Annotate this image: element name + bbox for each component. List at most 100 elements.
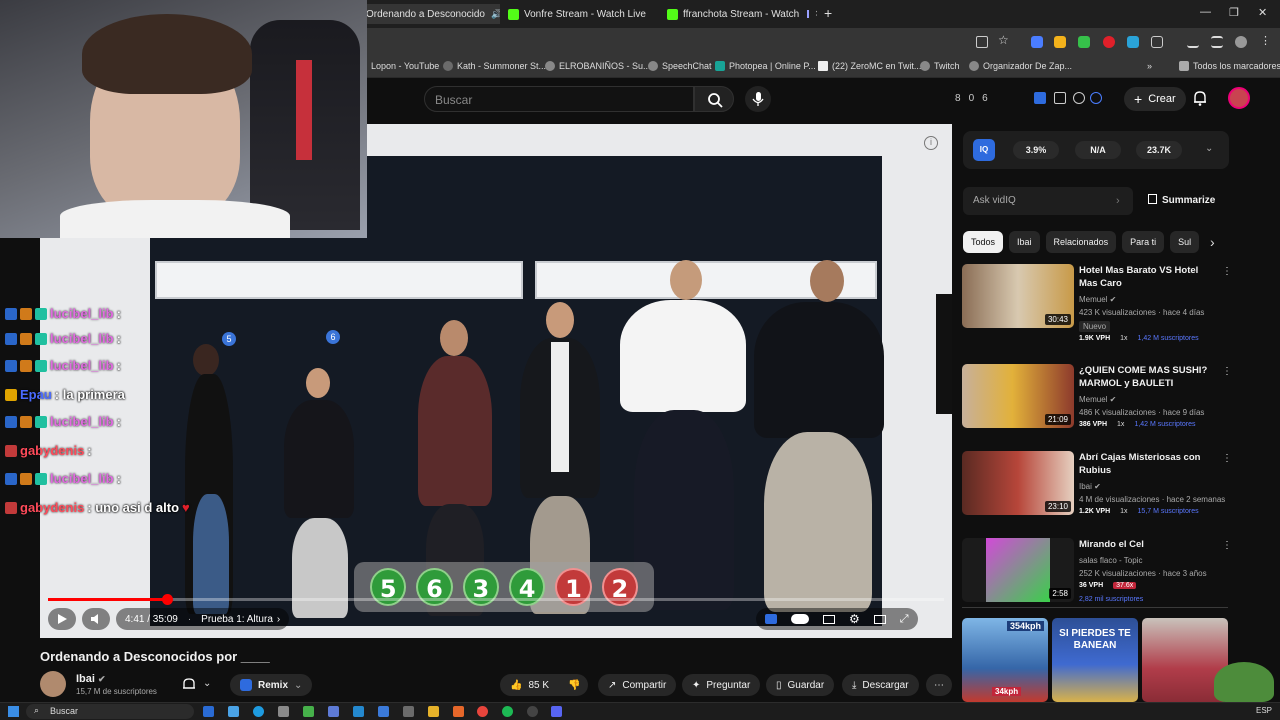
chip-ibai[interactable]: Ibai [1009,231,1040,253]
video-thumbnail[interactable]: 2:58 [962,538,1074,602]
vidiq-icon[interactable] [1034,92,1046,104]
share-button[interactable]: ↗ Compartir [598,674,677,696]
edge-icon[interactable] [228,706,239,717]
chat-username[interactable]: lucibel_lib [50,358,114,373]
short-thumbnail[interactable]: SI PIERDES TE BANEAN [1052,618,1138,702]
ask-vidiq-input[interactable]: Ask vidIQ [963,187,1133,215]
settings-gear-icon[interactable]: ⚙ [849,612,860,626]
voice-search-button[interactable] [745,86,771,112]
chrome-icon[interactable] [477,706,488,717]
chevron-right-icon[interactable]: › [1116,195,1120,207]
recommendation-channel[interactable]: Ibai ✔ [1079,482,1101,491]
windows-start-icon[interactable] [8,706,19,717]
chevron-right-icon[interactable]: › [1210,234,1215,250]
dislike-button[interactable]: 👎 [558,674,588,696]
new-tab-button[interactable]: + [824,5,832,21]
extension-icon[interactable] [1054,36,1066,48]
spotify-icon[interactable] [502,706,513,717]
tab-ordenando[interactable]: Ordenando a Desconocido 🔊 × [366,4,500,24]
minimize-icon[interactable]: — [1200,6,1211,18]
bookmark[interactable]: (22) ZeroMC en Twit... [818,61,921,71]
download-button[interactable]: ⤓ Descargar [842,674,919,696]
extension-icon[interactable] [1127,36,1139,48]
award-icon[interactable] [1073,92,1085,104]
chevron-down-icon[interactable]: ⌄ [203,678,211,689]
notifications-bell-icon[interactable] [1192,89,1208,107]
chat-username[interactable]: gabydenis [20,443,84,458]
ask-button[interactable]: ✦ Preguntar [682,674,761,696]
chip-relacionados[interactable]: Relacionados [1045,231,1117,253]
volume-button[interactable] [82,608,110,630]
more-bookmarks-icon[interactable]: » [1147,61,1152,71]
chat-username[interactable]: lucibel_lib [50,471,114,486]
app-icon[interactable] [328,706,339,717]
more-options-icon[interactable]: ⋮ [1222,366,1232,377]
video-thumbnail[interactable]: 23:10 [962,451,1074,515]
close-tab-icon[interactable]: × [815,8,817,20]
chip-para-ti[interactable]: Para ti [1122,231,1165,253]
profile-icon[interactable] [1235,36,1247,48]
short-thumbnail[interactable]: 354kph 34kph [962,618,1048,702]
account-avatar[interactable] [1228,87,1250,109]
extension-icon[interactable] [1103,36,1115,48]
autoplay-toggle[interactable] [791,614,809,624]
more-options-icon[interactable]: ⋮ [1222,266,1232,277]
app-icon[interactable] [453,706,464,717]
folder-icon[interactable] [428,706,439,717]
recommendation-channel[interactable]: Memuel ✔ [1079,295,1116,304]
bookmark[interactable]: ELROBANIÑOS - Su... [545,61,651,71]
app-icon[interactable] [353,706,364,717]
miniplayer-icon[interactable] [873,614,886,624]
vidiq-logo-icon[interactable]: IQ [973,139,995,161]
more-options-icon[interactable]: ⋮ [1222,540,1232,551]
recommendation-title[interactable]: ¿QUIEN COME MAS SUSHI? MARMOL y BAULETI [1079,364,1211,390]
chat-username[interactable]: gabydenis [20,500,84,515]
chip-sul[interactable]: Sul [1170,231,1200,253]
chat-username[interactable]: lucibel_lib [50,414,114,429]
recommendation-card[interactable]: 23:10 Abrí Cajas Misteriosas con Rubius … [962,451,1232,533]
create-button[interactable]: + Crear [1124,87,1186,111]
chapter-title[interactable]: Prueba 1: Altura [201,614,273,625]
search-button[interactable] [694,86,734,112]
close-window-icon[interactable]: ✕ [1258,6,1267,19]
fullscreen-icon[interactable]: ⤢ [900,613,909,626]
search-input[interactable]: Buscar [424,86,694,112]
progress-bar[interactable] [48,594,944,605]
chat-username[interactable]: lucibel_lib [50,306,114,321]
download-icon[interactable] [1187,36,1199,48]
puzzle-icon[interactable] [1151,36,1163,48]
obs-icon[interactable] [527,706,538,717]
discord-icon[interactable] [551,706,562,717]
tab-ffranchota[interactable]: ffranchota Stream - Watch × [667,4,817,24]
app-icon[interactable] [378,706,389,717]
star-icon[interactable]: ☆ [998,33,1010,47]
recommendation-channel[interactable]: salas flaco - Topic [1079,556,1142,565]
chip-todos[interactable]: Todos [963,231,1004,253]
app-icon[interactable] [303,706,314,717]
taskbar-search[interactable]: ⌕ Buscar [26,704,194,719]
channel-avatar[interactable] [40,671,66,697]
bookmark[interactable]: Photopea | Online P... [715,61,816,71]
system-tray-language[interactable]: ESP [1256,706,1272,715]
chat-username[interactable]: lucibel_lib [50,331,114,346]
recommendation-card[interactable]: 21:09 ¿QUIEN COME MAS SUSHI? MARMOL y BA… [962,364,1232,446]
target-icon[interactable] [1090,92,1102,104]
bookmark[interactable]: Lopon - YouTube [371,61,439,71]
bookmark[interactable]: Organizador De Zap... [969,61,1072,71]
bookmark[interactable]: Kath - Summoner St... [443,61,546,71]
chevron-down-icon[interactable]: ⌄ [1205,143,1213,154]
bookmark[interactable]: Twitch [920,61,960,71]
video-thumbnail[interactable]: 30:43 [962,264,1074,328]
summarize-button[interactable]: Summarize [1148,194,1215,206]
browser-icon[interactable] [253,706,264,717]
channel-name[interactable]: Ibai ✔ [76,673,157,685]
bell-icon[interactable] [181,676,197,692]
chat-username[interactable]: Epau [20,387,52,402]
recommendation-card[interactable]: 30:43 Hotel Mas Barato VS Hotel Mas Caro… [962,264,1232,346]
more-actions-button[interactable]: ⋯ [926,674,952,696]
tool-icon[interactable] [1054,92,1066,104]
restore-icon[interactable]: ❐ [1229,6,1239,19]
recommendation-title[interactable]: Abrí Cajas Misteriosas con Rubius [1079,451,1211,477]
video-thumbnail[interactable]: 21:09 [962,364,1074,428]
bookmark[interactable]: SpeechChat [648,61,712,71]
